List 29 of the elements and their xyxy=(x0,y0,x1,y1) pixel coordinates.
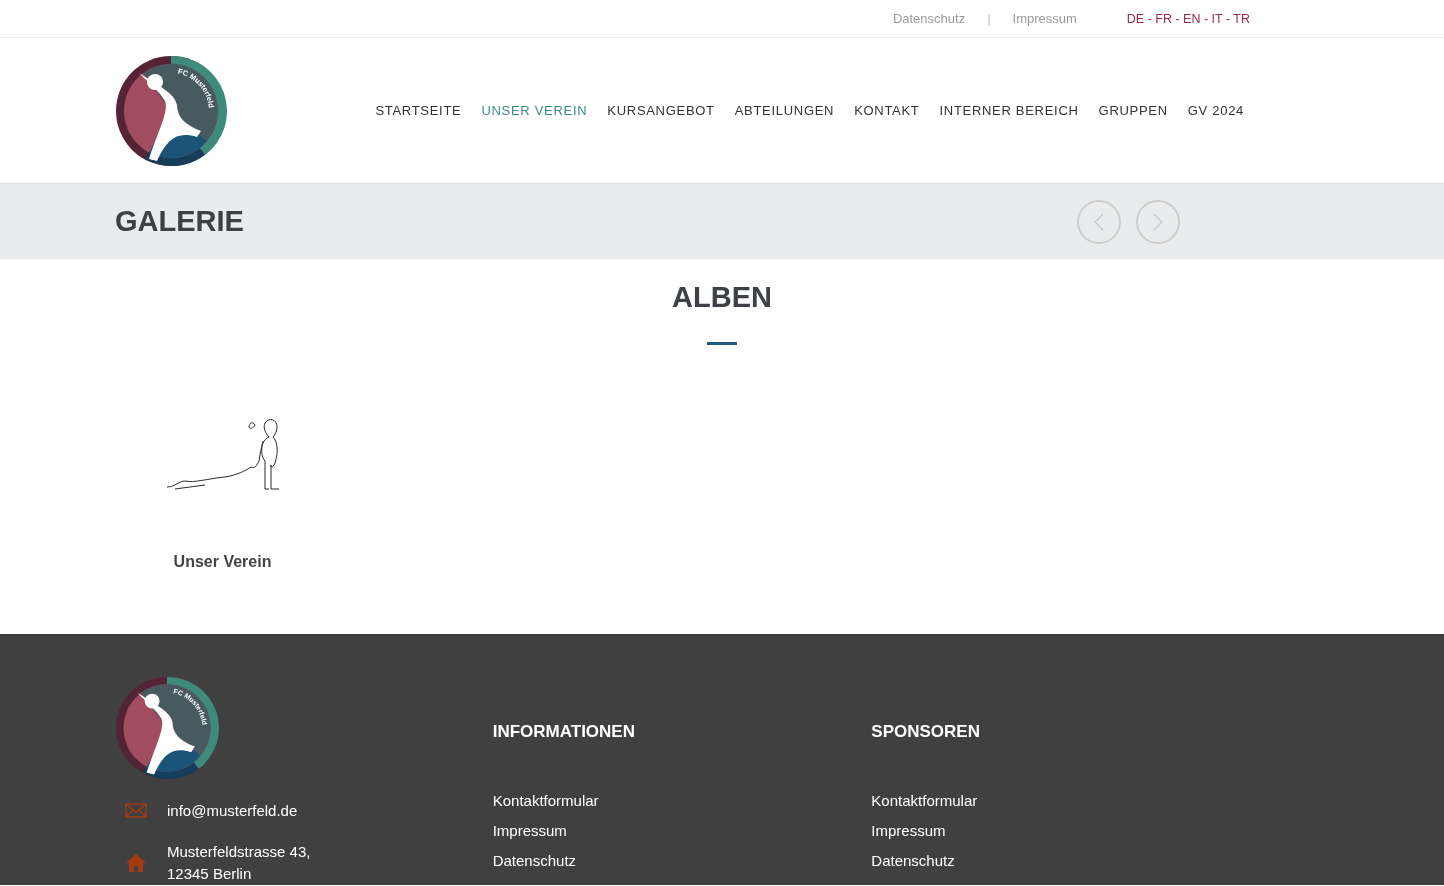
nav-link[interactable]: ABTEILUNGEN xyxy=(734,103,835,118)
envelope-icon xyxy=(125,803,147,818)
footer-heading: INFORMATIONEN xyxy=(492,722,635,742)
nav-link[interactable]: GV 2024 xyxy=(1187,103,1244,118)
nav-link[interactable]: GRUPPEN xyxy=(1098,103,1168,118)
previous-button[interactable] xyxy=(1077,199,1121,244)
nav-link[interactable]: KONTAKT xyxy=(854,103,920,118)
footer-link[interactable]: Impressum xyxy=(871,822,946,839)
section-heading: ALBEN xyxy=(671,280,773,314)
house-icon xyxy=(125,853,147,873)
email-link[interactable]: info@musterfeld.de xyxy=(167,802,298,819)
footer-link[interactable]: Datenschutz xyxy=(492,852,577,869)
separator: | xyxy=(987,11,991,26)
footer-link[interactable]: Kontaktformular xyxy=(492,792,599,809)
album-card[interactable]: Unser Verein xyxy=(115,417,330,571)
next-button[interactable] xyxy=(1136,199,1180,244)
nav-link[interactable]: KURSANGEBOT xyxy=(607,103,715,118)
address-text: Musterfeldstrasse 43, 12345 Berlin xyxy=(167,842,311,884)
nav-link[interactable]: STARTSEITE xyxy=(375,103,462,118)
nav-link[interactable]: INTERNER BEREICH xyxy=(939,103,1079,118)
chevron-left-icon xyxy=(1094,212,1104,231)
footer-link[interactable]: Kontaktformular xyxy=(871,792,978,809)
footer-link[interactable]: Datenschutz xyxy=(871,852,955,869)
chevron-right-icon xyxy=(1153,212,1163,231)
language-selector[interactable]: DE - FR - EN - IT - TR xyxy=(1126,11,1250,26)
nav-link[interactable]: UNSER VEREIN xyxy=(481,103,588,118)
page-title: GALERIE xyxy=(115,205,244,238)
footer-link[interactable]: Impressum xyxy=(492,822,567,839)
footer-heading: SPONSOREN xyxy=(871,722,980,742)
